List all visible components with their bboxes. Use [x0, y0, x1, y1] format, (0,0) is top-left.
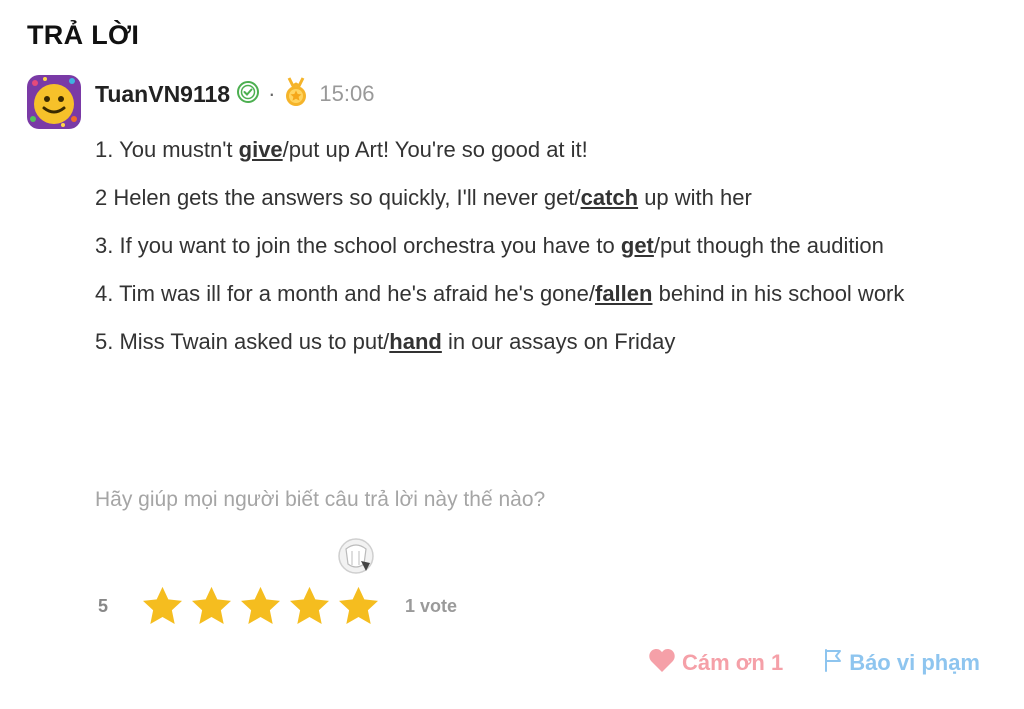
report-button[interactable]: Báo vi phạm	[823, 648, 980, 678]
highlighted-answer: get	[620, 233, 654, 258]
thank-label: Cám ơn 1	[681, 650, 784, 675]
report-label: Báo vi phạm	[849, 650, 980, 675]
rater-avatar	[337, 537, 375, 575]
section-title: TRẢ LỜI	[27, 20, 140, 50]
user-avatar[interactable]	[27, 75, 81, 129]
meta-separator: ·	[268, 81, 276, 106]
answer-actions: Cám ơn 1 Báo vi phạm	[648, 645, 980, 681]
heart-icon	[648, 647, 676, 679]
highlighted-answer: fallen	[595, 281, 653, 306]
answer-line: 3. If you want to join the school orches…	[95, 233, 884, 258]
answer-time: 15:06	[319, 81, 375, 106]
thank-button[interactable]: Cám ơn 1	[648, 647, 783, 679]
answer-author-row: TuanVN9118 · 15:06	[95, 76, 375, 112]
highlighted-answer: give	[238, 137, 283, 162]
answer-body: 1. You mustn't give/put up Art! You're s…	[95, 132, 1000, 372]
username-link[interactable]: TuanVN9118	[95, 81, 230, 108]
star-icon[interactable]	[140, 584, 185, 629]
star-icon[interactable]	[336, 584, 381, 629]
star-rating	[140, 584, 381, 629]
flag-icon	[823, 648, 843, 678]
star-icon[interactable]	[287, 584, 332, 629]
answer-line: 2 Helen gets the answers so quickly, I'l…	[95, 185, 752, 210]
answer-line: 4. Tim was ill for a month and he's afra…	[95, 281, 905, 306]
rating-row: 5 1 vote	[98, 583, 457, 629]
highlighted-answer: catch	[580, 185, 639, 210]
answer-line: 1. You mustn't give/put up Art! You're s…	[95, 137, 588, 162]
star-icon[interactable]	[238, 584, 283, 629]
highlighted-answer: hand	[389, 329, 442, 354]
medal-icon	[283, 76, 309, 112]
vote-count: 1 vote	[405, 595, 458, 616]
star-icon[interactable]	[189, 584, 234, 629]
answer-line: 5. Miss Twain asked us to put/hand in ou…	[95, 329, 676, 354]
verified-check-icon	[236, 80, 260, 109]
rating-prompt: Hãy giúp mọi người biết câu trả lời này …	[95, 488, 546, 511]
rating-value: 5	[98, 595, 109, 616]
